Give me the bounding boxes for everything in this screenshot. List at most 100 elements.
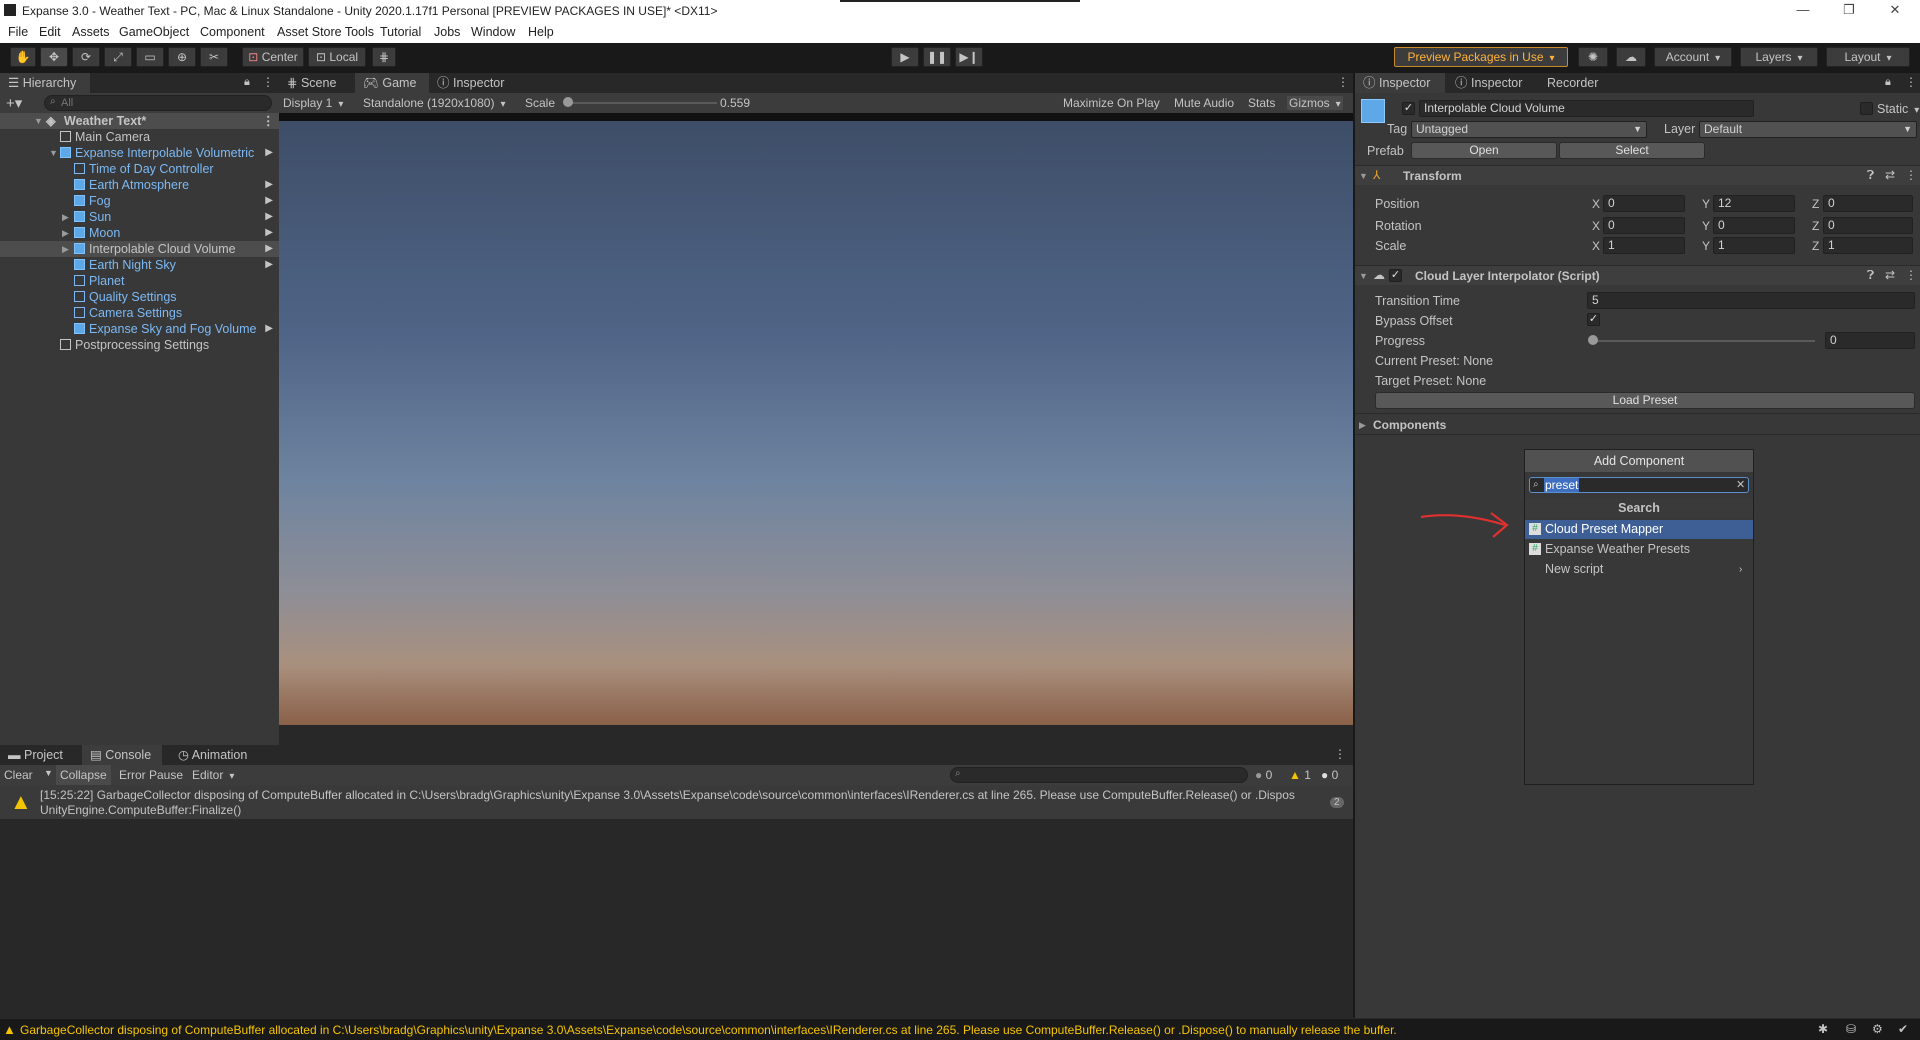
- game-viewport[interactable]: [279, 121, 1353, 725]
- kebab-menu-icon[interactable]: ⋮: [1334, 747, 1346, 761]
- help-icon[interactable]: ❓︎: [1867, 168, 1874, 183]
- custom-tool-icon[interactable]: ✂: [200, 47, 228, 67]
- kebab-menu-icon[interactable]: ⋮: [1905, 75, 1917, 89]
- prefab-select-button[interactable]: Select: [1559, 142, 1705, 159]
- chevron-right-icon[interactable]: ▶: [265, 225, 273, 241]
- load-preset-button[interactable]: Load Preset: [1375, 392, 1915, 409]
- progress-slider-handle[interactable]: [1588, 335, 1598, 345]
- scale-y-field[interactable]: 1: [1713, 237, 1795, 254]
- collapse-toggle[interactable]: Collapse: [56, 765, 111, 785]
- editor-dropdown[interactable]: Editor: [192, 768, 234, 782]
- chevron-right-icon[interactable]: ▶: [265, 209, 273, 225]
- list-item[interactable]: Quality Settings: [74, 289, 177, 305]
- list-item[interactable]: Planet: [74, 273, 124, 289]
- menu-gameobject[interactable]: GameObject: [119, 25, 189, 39]
- maximize-on-play-toggle[interactable]: Maximize On Play: [1063, 96, 1160, 110]
- auto-generate-lighting-icon[interactable]: ✱: [1818, 1022, 1828, 1036]
- console-search-input[interactable]: [950, 767, 1248, 783]
- menu-assets[interactable]: Assets: [72, 25, 110, 39]
- warning-count-toggle[interactable]: ▲ 1: [1289, 768, 1311, 782]
- cache-server-icon[interactable]: ⛁: [1846, 1022, 1856, 1036]
- scene-row[interactable]: ▼ ◈ Weather Text* ⋮: [0, 113, 279, 129]
- component-result-cloud-preset-mapper[interactable]: # Cloud Preset Mapper: [1525, 520, 1753, 539]
- scale-x-field[interactable]: 1: [1603, 237, 1685, 254]
- status-message[interactable]: GarbageCollector disposing of ComputeBuf…: [20, 1023, 1397, 1037]
- chevron-right-icon[interactable]: ▶: [265, 177, 273, 193]
- menu-jobs[interactable]: Jobs: [434, 25, 460, 39]
- lock-icon[interactable]: 🔒︎: [1885, 76, 1891, 89]
- tab-inspector[interactable]: ⓘ Inspector: [429, 73, 519, 93]
- tab-scene[interactable]: ⋕ Scene: [279, 73, 355, 93]
- account-dropdown[interactable]: Account: [1654, 47, 1732, 67]
- fold-closed-icon[interactable]: ▶: [1359, 420, 1366, 431]
- bypass-offset-checkbox[interactable]: ✓: [1587, 313, 1600, 326]
- display-dropdown[interactable]: Display 1: [283, 96, 343, 110]
- fold-closed-icon[interactable]: ▶: [62, 241, 69, 257]
- list-item[interactable]: ▶ Sun ▶: [62, 209, 279, 225]
- tab-console[interactable]: ▤ Console: [82, 745, 162, 765]
- menu-help[interactable]: Help: [528, 25, 554, 39]
- gizmos-dropdown[interactable]: Gizmos: [1287, 96, 1343, 110]
- fold-open-icon[interactable]: ▼: [34, 113, 43, 129]
- preset-icon[interactable]: ⇄: [1885, 268, 1895, 282]
- preview-packages-dropdown[interactable]: Preview Packages in Use: [1394, 47, 1568, 67]
- tab-inspector-2[interactable]: ⓘ Inspector: [1447, 73, 1537, 93]
- prefab-open-button[interactable]: Open: [1411, 142, 1557, 159]
- script-component-header[interactable]: ▼ ☁ ✓ Cloud Layer Interpolator (Script) …: [1355, 265, 1920, 285]
- grid-snap-icon[interactable]: ⋕: [372, 47, 396, 67]
- list-item-selected[interactable]: ▶ Interpolable Cloud Volume ▶: [0, 241, 279, 257]
- kebab-menu-icon[interactable]: ⋮: [262, 75, 274, 89]
- static-checkbox[interactable]: [1860, 102, 1873, 115]
- list-item[interactable]: Postprocessing Settings: [60, 337, 209, 353]
- close-button[interactable]: ✕: [1872, 0, 1918, 22]
- tab-inspector-1[interactable]: ⓘ Inspector: [1355, 73, 1445, 93]
- chevron-right-icon[interactable]: ▶: [265, 257, 273, 273]
- minimize-button[interactable]: —: [1780, 0, 1826, 22]
- tab-game[interactable]: 🎮︎ Game: [355, 73, 429, 93]
- console-log-entry[interactable]: ▲ [15:25:22] GarbageCollector disposing …: [0, 785, 1353, 819]
- fold-open-icon[interactable]: ▼: [49, 145, 58, 161]
- list-item[interactable]: ▶ Moon ▶: [62, 225, 279, 241]
- create-plus-icon[interactable]: +▾: [6, 94, 22, 112]
- component-result-expanse-weather-presets[interactable]: # Expanse Weather Presets: [1525, 540, 1753, 559]
- tag-dropdown[interactable]: Untagged ▼: [1411, 121, 1647, 138]
- list-item[interactable]: Earth Night Sky ▶: [74, 257, 279, 273]
- fold-open-icon[interactable]: ▼: [1359, 271, 1368, 281]
- layers-dropdown[interactable]: Layers: [1740, 47, 1818, 67]
- fold-closed-icon[interactable]: ▶: [62, 225, 69, 241]
- play-button[interactable]: ▶: [891, 47, 919, 67]
- progress-slider-track[interactable]: [1593, 340, 1815, 342]
- restore-button[interactable]: ❐: [1826, 0, 1872, 22]
- tab-hierarchy[interactable]: ☰ Hierarchy: [0, 73, 90, 93]
- chevron-right-icon[interactable]: ▶: [265, 193, 273, 209]
- list-item[interactable]: Earth Atmosphere ▶: [74, 177, 279, 193]
- components-foldout[interactable]: ▶ Components: [1355, 413, 1920, 435]
- list-item[interactable]: Fog ▶: [74, 193, 279, 209]
- component-menu-icon[interactable]: ⋮: [1905, 268, 1917, 282]
- scale-slider-track[interactable]: [567, 102, 717, 104]
- hierarchy-search-input[interactable]: [44, 95, 272, 111]
- clear-button[interactable]: Clear: [4, 768, 33, 782]
- transform-header[interactable]: ▼ ⅄ Transform ❓︎ ⇄ ⋮: [1355, 165, 1920, 185]
- scale-z-field[interactable]: 1: [1823, 237, 1913, 254]
- clear-options-dropdown-icon[interactable]: ▼: [44, 768, 53, 778]
- fold-closed-icon[interactable]: ▶: [62, 209, 69, 225]
- lock-icon[interactable]: 🔒︎: [244, 76, 250, 89]
- menu-tutorial[interactable]: Tutorial: [380, 25, 421, 39]
- pivot-local-toggle[interactable]: ⊡ Local: [308, 47, 366, 67]
- move-tool-icon[interactable]: ✥: [40, 47, 68, 67]
- preset-icon[interactable]: ⇄: [1885, 168, 1895, 182]
- component-result-new-script[interactable]: New script ›: [1525, 560, 1753, 579]
- position-z-field[interactable]: 0: [1823, 195, 1913, 212]
- tab-recorder[interactable]: Recorder: [1539, 73, 1619, 93]
- menu-asset-store-tools[interactable]: Asset Store Tools: [277, 25, 374, 39]
- step-button[interactable]: ▶❙: [955, 47, 983, 67]
- component-search-input[interactable]: ⌕ preset ✕: [1529, 477, 1749, 493]
- list-item[interactable]: Time of Day Controller: [74, 161, 214, 177]
- progress-check-icon[interactable]: ✔: [1898, 1022, 1908, 1036]
- object-name-field[interactable]: Interpolable Cloud Volume: [1419, 100, 1754, 117]
- mute-audio-toggle[interactable]: Mute Audio: [1174, 96, 1234, 110]
- scale-tool-icon[interactable]: ⤢: [104, 47, 132, 67]
- transition-time-field[interactable]: 5: [1587, 292, 1915, 309]
- menu-file[interactable]: File: [8, 25, 28, 39]
